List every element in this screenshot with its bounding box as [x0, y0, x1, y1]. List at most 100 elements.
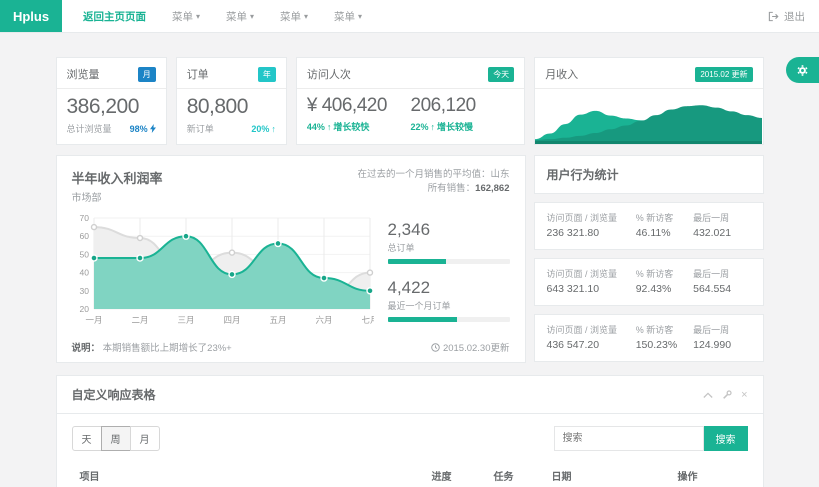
- nav-menu-1[interactable]: 菜单▾: [159, 9, 213, 24]
- search-input[interactable]: [554, 426, 704, 451]
- user-stats-row: 访问页面 / 浏览量236 321.80 % 新访客46.11% 最后一周432…: [534, 202, 764, 250]
- top-navbar: Hplus 返回主页页面 菜单▾ 菜单▾ 菜单▾ 菜单▾ 退出: [0, 0, 819, 33]
- last-week-value: 432.021: [693, 227, 750, 239]
- svg-text:40: 40: [79, 268, 89, 278]
- card-title: 订单: [187, 66, 209, 82]
- month-orders-value: 4,422: [388, 278, 510, 298]
- svg-text:20: 20: [79, 304, 89, 314]
- level-up-icon: ↑: [431, 122, 436, 132]
- visits-growth-2: 22%↑增长较慢: [411, 120, 515, 133]
- logout-button[interactable]: 退出: [768, 0, 819, 32]
- bolt-icon: [150, 124, 156, 133]
- svg-text:三月: 三月: [177, 315, 194, 325]
- new-visitors-value: 150.23%: [636, 339, 693, 351]
- panel-subtitle: 市场部: [72, 189, 163, 204]
- projects-table: 项目 进度 任务 日期 操作 米莫说 | MiMO Show 20%: [72, 462, 748, 487]
- wrench-icon[interactable]: [722, 390, 732, 400]
- nav-menu-2[interactable]: 菜单▾: [213, 9, 267, 24]
- svg-text:二月: 二月: [131, 315, 148, 325]
- collapse-icon[interactable]: [703, 391, 713, 399]
- footer-note: 说明： 本期销售额比上期增长了23%+: [72, 340, 232, 354]
- svg-text:六月: 六月: [315, 315, 332, 325]
- svg-text:30: 30: [79, 286, 89, 296]
- visits-growth-1: 44%↑增长较快: [307, 120, 411, 133]
- period-tabs: 天 周 月: [72, 426, 160, 451]
- nav-menu-3[interactable]: 菜单▾: [267, 9, 321, 24]
- monthly-income-area-chart: [535, 89, 762, 144]
- close-icon[interactable]: ×: [741, 389, 747, 401]
- last-week-value: 564.554: [693, 283, 750, 295]
- svg-text:50: 50: [79, 249, 89, 259]
- col-header-task[interactable]: 任务: [486, 462, 544, 487]
- col-header-project[interactable]: 项目: [72, 462, 424, 487]
- stat-card-orders: 订单 年 80,800 新订单 20%↑: [176, 57, 287, 145]
- chevron-down-icon: ▾: [358, 12, 362, 21]
- half-year-profit-panel: 半年收入利润率 市场部 在过去的一个月销售的平均值：山东 所有销售：162,86…: [56, 155, 526, 363]
- sign-out-icon: [768, 11, 779, 22]
- views-percent: 98%: [130, 124, 156, 134]
- svg-text:一月: 一月: [85, 315, 102, 325]
- pages-value: 236 321.80: [547, 227, 630, 239]
- sales-note: 在过去的一个月销售的平均值：山东 所有销售：162,862: [357, 168, 509, 204]
- orders-value: 80,800: [187, 95, 276, 119]
- user-stats-title: 用户行为统计: [534, 155, 764, 194]
- level-up-icon: ↑: [271, 124, 276, 134]
- nav-menu-4[interactable]: 菜单▾: [321, 9, 375, 24]
- total-orders-value: 2,346: [388, 220, 510, 240]
- new-visitors-value: 92.43%: [636, 283, 693, 295]
- search-button[interactable]: 搜索: [704, 426, 748, 451]
- svg-text:五月: 五月: [269, 315, 286, 325]
- card-title: 月收入: [545, 66, 578, 82]
- settings-toggle-button[interactable]: [786, 57, 819, 83]
- views-value: 386,200: [67, 95, 156, 119]
- user-stats-row: 访问页面 / 浏览量436 547.20 % 新访客150.23% 最后一周12…: [534, 314, 764, 362]
- svg-text:四月: 四月: [223, 315, 240, 325]
- profit-line-area-chart: 70 60 50 40 30 20一月 二月 三月 四月 五月 六月 七月: [72, 212, 374, 326]
- nav-links: 返回主页页面 菜单▾ 菜单▾ 菜单▾ 菜单▾: [62, 0, 375, 32]
- stat-cards-row: 浏览量 月 386,200 总计浏览量 98% 订单 年 80,800: [56, 57, 764, 145]
- tab-week[interactable]: 周: [101, 426, 131, 451]
- footer-update: 2015.02.30更新: [431, 340, 510, 354]
- pages-value: 436 547.20: [547, 339, 630, 351]
- svg-text:60: 60: [79, 231, 89, 241]
- pages-value: 643 321.10: [547, 283, 630, 295]
- col-header-date[interactable]: 日期: [544, 462, 670, 487]
- period-badge[interactable]: 月: [138, 67, 156, 82]
- orders-percent: 20%↑: [251, 124, 276, 134]
- period-badge[interactable]: 今天: [488, 67, 514, 82]
- responsive-table-panel: 自定义响应表格 × 天 周 月 搜索: [56, 375, 764, 487]
- total-orders-label: 总订单: [388, 241, 510, 254]
- update-badge[interactable]: 2015.02 更新: [695, 67, 752, 82]
- new-visitors-value: 46.11%: [636, 227, 693, 239]
- user-behavior-panel: 用户行为统计 访问页面 / 浏览量236 321.80 % 新访客46.11% …: [534, 155, 764, 362]
- month-orders-progressbar: [388, 317, 510, 322]
- orders-sub-label: 新订单: [187, 122, 214, 135]
- page-content: 浏览量 月 386,200 总计浏览量 98% 订单 年 80,800: [56, 33, 764, 487]
- visits-value-2: 206,120: [411, 95, 515, 117]
- table-panel-title: 自定义响应表格: [72, 386, 156, 403]
- stat-card-views: 浏览量 月 386,200 总计浏览量 98%: [56, 57, 167, 145]
- stat-card-visits: 访问人次 今天 ¥ 406,420 44%↑增长较快 206,120 22%↑增…: [296, 57, 525, 145]
- visits-col-1: ¥ 406,420 44%↑增长较快: [307, 95, 411, 136]
- tab-month[interactable]: 月: [130, 426, 160, 451]
- col-header-progress[interactable]: 进度: [424, 462, 486, 487]
- card-title: 访问人次: [307, 66, 351, 82]
- chevron-down-icon: ▾: [196, 12, 200, 21]
- card-title: 浏览量: [67, 66, 100, 82]
- period-badge[interactable]: 年: [258, 67, 276, 82]
- order-stats: 2,346 总订单 4,422 最近一个月订单: [374, 212, 510, 336]
- tab-day[interactable]: 天: [72, 426, 102, 451]
- svg-text:70: 70: [79, 213, 89, 223]
- visits-value-1: ¥ 406,420: [307, 95, 411, 117]
- svg-text:七月: 七月: [361, 315, 374, 325]
- chevron-down-icon: ▾: [304, 12, 308, 21]
- views-sub-label: 总计浏览量: [67, 122, 112, 135]
- last-week-value: 124.990: [693, 339, 750, 351]
- level-up-icon: ↑: [327, 122, 332, 132]
- stat-card-income: 月收入 2015.02 更新: [534, 57, 763, 145]
- panel-title: 半年收入利润率: [72, 168, 163, 187]
- col-header-action[interactable]: 操作: [670, 462, 748, 487]
- brand-logo[interactable]: Hplus: [0, 0, 62, 32]
- sales-total-value: 162,862: [475, 183, 509, 194]
- nav-back-home-link[interactable]: 返回主页页面: [70, 9, 159, 24]
